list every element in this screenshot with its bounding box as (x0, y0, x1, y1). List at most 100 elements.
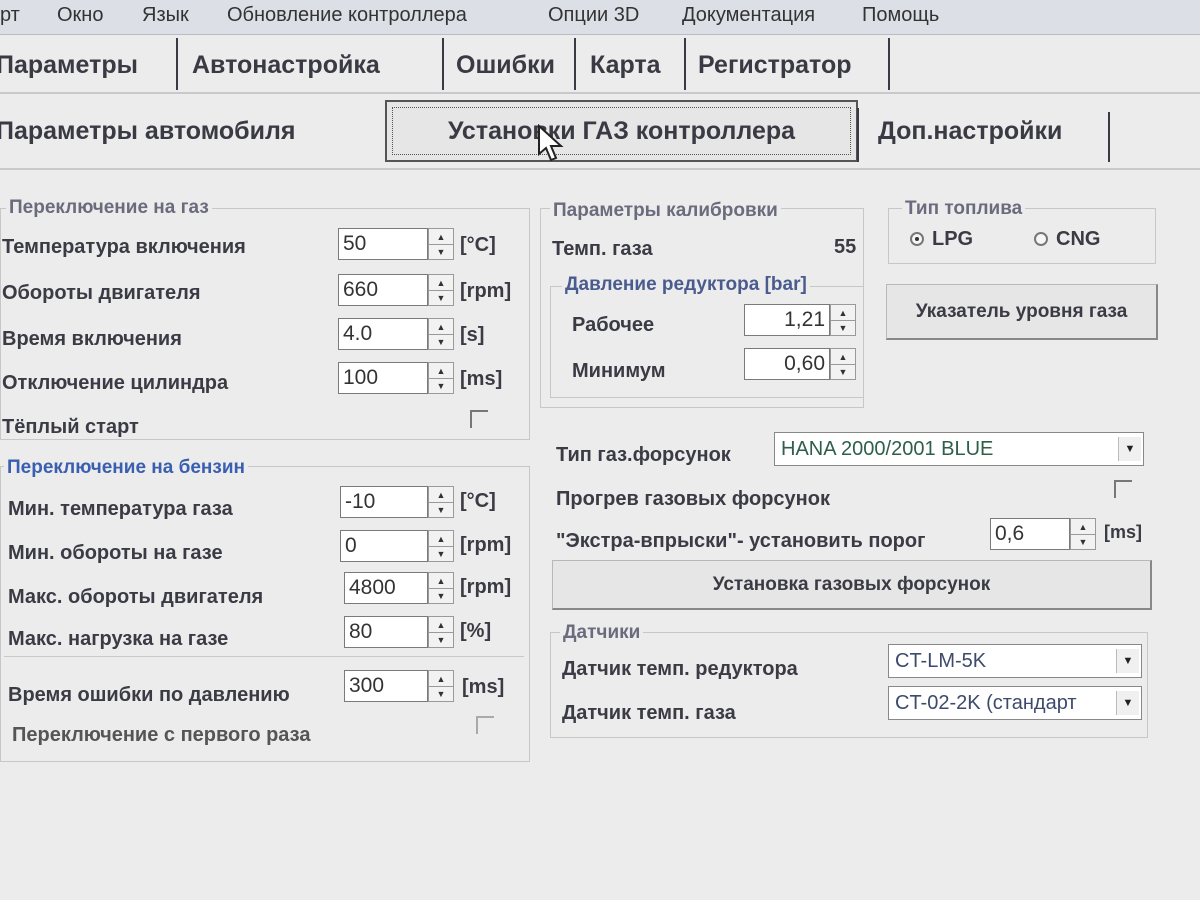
spin-up-icon[interactable]: ▲ (429, 275, 453, 291)
spin-down-icon[interactable]: ▼ (831, 320, 855, 335)
label-minimum-pressure: Минимум (572, 360, 666, 382)
tab-autotune[interactable]: Автонастройка (184, 38, 440, 92)
spin-up-icon[interactable]: ▲ (429, 229, 453, 245)
extra-injections-spinner[interactable]: ▲ ▼ (1070, 518, 1096, 550)
spin-down-icon[interactable]: ▼ (429, 334, 453, 349)
gas-level-indicator-button[interactable]: Указатель уровня газа (886, 284, 1158, 340)
subtab-extra-settings[interactable]: Доп.настройки (878, 100, 1104, 162)
max-engine-rpm-input[interactable] (344, 572, 428, 604)
menu-file[interactable]: рт (0, 4, 20, 27)
warm-start-checkbox[interactable] (470, 410, 488, 428)
reducer-temp-sensor-select[interactable]: CT-LM-5K ▼ (888, 644, 1142, 678)
unit-enable-temperature: [°C] (460, 234, 496, 256)
spin-up-icon[interactable]: ▲ (429, 487, 453, 503)
spin-down-icon[interactable]: ▼ (429, 290, 453, 305)
unit-enable-time: [s] (460, 324, 485, 346)
enable-temperature-spinner[interactable]: ▲ ▼ (428, 228, 454, 260)
label-gas-temp-sensor: Датчик темп. газа (562, 702, 736, 724)
fuel-lpg-radio[interactable] (910, 232, 924, 246)
chevron-down-icon[interactable]: ▼ (1116, 691, 1139, 715)
tab-errors[interactable]: Ошибки (448, 38, 574, 92)
enable-time-input[interactable] (338, 318, 428, 350)
group-title-reducer-pressure: Давление редуктора [bar] (562, 274, 810, 296)
pressure-error-time-input[interactable] (344, 670, 428, 702)
unit-pressure-error-time: [ms] (462, 676, 505, 698)
pressure-error-time-spinner[interactable]: ▲ ▼ (428, 670, 454, 702)
spin-down-icon[interactable]: ▼ (429, 686, 453, 701)
group-title-calibration: Параметры калибровки (550, 200, 781, 222)
label-max-engine-rpm: Макс. обороты двигателя (8, 586, 264, 608)
tab-separator (574, 38, 576, 90)
label-working-pressure: Рабочее (572, 314, 655, 336)
unit-min-gas-rpm: [rpm] (460, 534, 512, 556)
tab-logger[interactable]: Регистратор (690, 38, 890, 92)
working-pressure-spinner[interactable]: ▲ ▼ (830, 304, 856, 336)
spin-up-icon[interactable]: ▲ (831, 349, 855, 365)
tab-map[interactable]: Карта (582, 38, 684, 92)
label-fuel-cng: CNG (1056, 228, 1101, 250)
tab-separator (1108, 112, 1110, 162)
fuel-cng-radio[interactable] (1034, 232, 1048, 246)
tab-separator (857, 108, 859, 162)
working-pressure-input[interactable] (744, 304, 830, 336)
max-gas-load-input[interactable] (344, 616, 428, 648)
spin-down-icon[interactable]: ▼ (429, 546, 453, 561)
engine-rpm-input[interactable] (338, 274, 428, 306)
menu-3d-options[interactable]: Опции 3D (548, 4, 639, 27)
injector-warmup-checkbox[interactable] (1114, 480, 1132, 498)
spin-down-icon[interactable]: ▼ (831, 364, 855, 379)
spin-up-icon[interactable]: ▲ (429, 531, 453, 547)
unit-cylinder-cutoff: [ms] (460, 368, 503, 390)
minimum-pressure-input[interactable] (744, 348, 830, 380)
gas-temp-sensor-value: CT-02-2K (стандарт (895, 691, 1077, 714)
menu-controller-update[interactable]: Обновление контроллера (227, 4, 467, 27)
spin-up-icon[interactable]: ▲ (429, 363, 453, 379)
spin-down-icon[interactable]: ▼ (429, 502, 453, 517)
subtab-baseline (0, 168, 1200, 170)
enable-time-spinner[interactable]: ▲ ▼ (428, 318, 454, 350)
spin-down-icon[interactable]: ▼ (429, 632, 453, 647)
spin-up-icon[interactable]: ▲ (1071, 519, 1095, 535)
spin-down-icon[interactable]: ▼ (429, 378, 453, 393)
label-max-gas-load: Макс. нагрузка на газе (8, 628, 229, 650)
menu-help[interactable]: Помощь (862, 4, 939, 27)
injector-setup-button[interactable]: Установка газовых форсунок (552, 560, 1152, 610)
tab-parameters[interactable]: Параметры (0, 38, 168, 92)
spin-up-icon[interactable]: ▲ (429, 617, 453, 633)
label-warm-start: Тёплый старт (2, 416, 139, 438)
cylinder-cutoff-input[interactable] (338, 362, 428, 394)
min-gas-temp-spinner[interactable]: ▲ ▼ (428, 486, 454, 518)
engine-rpm-spinner[interactable]: ▲ ▼ (428, 274, 454, 306)
max-gas-load-spinner[interactable]: ▲ ▼ (428, 616, 454, 648)
unit-engine-rpm: [rpm] (460, 280, 512, 302)
max-engine-rpm-spinner[interactable]: ▲ ▼ (428, 572, 454, 604)
minimum-pressure-spinner[interactable]: ▲ ▼ (830, 348, 856, 380)
unit-max-engine-rpm: [rpm] (460, 576, 512, 598)
gas-temp-sensor-select[interactable]: CT-02-2K (стандарт ▼ (888, 686, 1142, 720)
min-gas-temp-input[interactable] (340, 486, 428, 518)
menu-documentation[interactable]: Документация (682, 4, 815, 27)
chevron-down-icon[interactable]: ▼ (1116, 649, 1139, 673)
spin-up-icon[interactable]: ▲ (831, 305, 855, 321)
label-min-gas-rpm: Мин. обороты на газе (8, 542, 223, 564)
enable-temperature-input[interactable] (338, 228, 428, 260)
spin-up-icon[interactable]: ▲ (429, 319, 453, 335)
spin-down-icon[interactable]: ▼ (429, 588, 453, 603)
group-title-sensors: Датчики (560, 622, 644, 644)
subtab-gas-controller[interactable]: Установки ГАЗ контроллера (385, 100, 858, 162)
spin-up-icon[interactable]: ▲ (429, 573, 453, 589)
cylinder-cutoff-spinner[interactable]: ▲ ▼ (428, 362, 454, 394)
min-gas-rpm-input[interactable] (340, 530, 428, 562)
extra-injections-input[interactable] (990, 518, 1070, 550)
spin-down-icon[interactable]: ▼ (429, 244, 453, 259)
min-gas-rpm-spinner[interactable]: ▲ ▼ (428, 530, 454, 562)
first-time-switch-checkbox[interactable] (476, 716, 494, 734)
menu-language[interactable]: Язык (142, 4, 189, 27)
spin-down-icon[interactable]: ▼ (1071, 534, 1095, 549)
injector-type-select[interactable]: HANA 2000/2001 BLUE ▼ (774, 432, 1144, 466)
menu-window[interactable]: Окно (57, 4, 103, 27)
chevron-down-icon[interactable]: ▼ (1118, 437, 1141, 461)
subtab-vehicle-params[interactable]: Параметры автомобиля (0, 100, 366, 162)
tab-separator (176, 38, 178, 90)
spin-up-icon[interactable]: ▲ (429, 671, 453, 687)
